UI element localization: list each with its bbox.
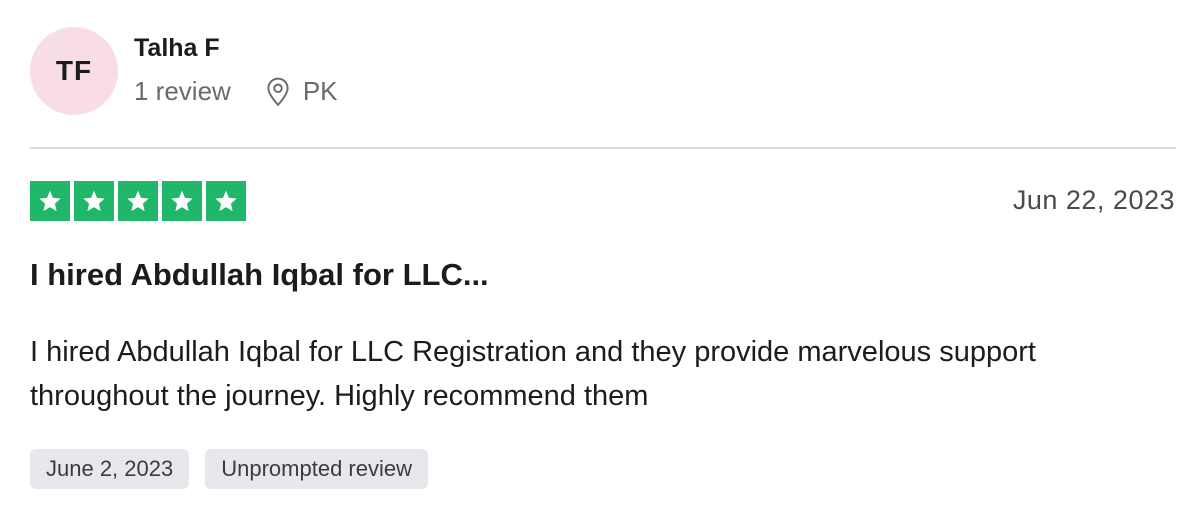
star-icon — [30, 181, 70, 221]
star-icon — [118, 181, 158, 221]
review-title[interactable]: I hired Abdullah Iqbal for LLC... — [30, 257, 489, 293]
review-body: I hired Abdullah Iqbal for LLC Registrat… — [30, 336, 1036, 412]
reviewer-name[interactable]: Talha F — [134, 34, 220, 63]
reviewer-country: PK — [302, 76, 338, 106]
experience-date-tag: June 2, 2023 — [30, 449, 190, 489]
review-card: TF Talha F 1 review PK Jun 22, 2023 I hi… — [0, 0, 1200, 517]
review-date: Jun 22, 2023 — [1012, 185, 1175, 215]
reviewer-location: PK — [265, 76, 338, 107]
star-icon — [74, 181, 114, 221]
review-count: 1 review — [134, 76, 231, 106]
divider — [30, 147, 1176, 149]
reviewer-meta: 1 review PK — [134, 76, 338, 107]
unprompted-review-tag[interactable]: Unprompted review — [205, 449, 428, 489]
avatar[interactable]: TF — [30, 27, 118, 115]
star-rating — [30, 181, 246, 221]
map-pin-icon — [267, 77, 289, 106]
star-icon — [162, 181, 202, 221]
review-tags: June 2, 2023 Unprompted review — [30, 449, 428, 489]
star-icon — [206, 181, 246, 221]
